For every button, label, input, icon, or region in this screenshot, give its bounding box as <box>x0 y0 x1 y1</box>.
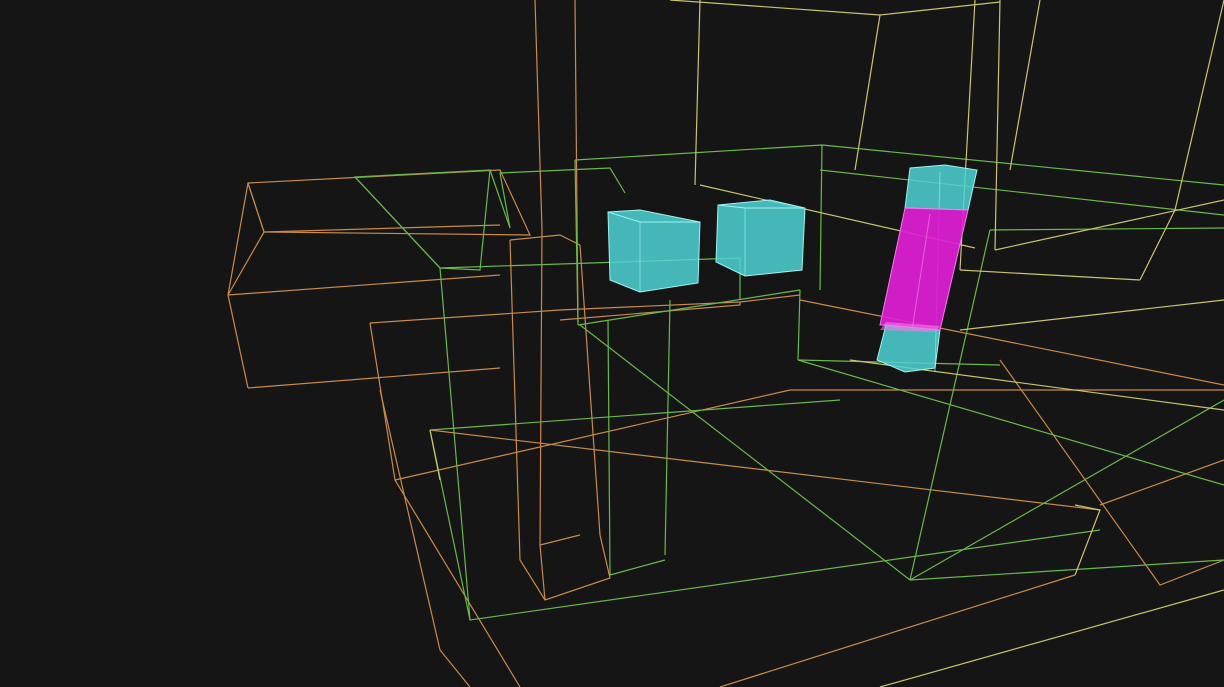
magenta-pillar-segment[interactable] <box>879 207 969 332</box>
cyan-cube-middle[interactable] <box>715 199 806 277</box>
scene-canvas <box>227 0 1224 687</box>
yellow-wireframe-block <box>429 0 1224 687</box>
3d-viewport[interactable] <box>0 0 1224 687</box>
cyan-cube-left[interactable] <box>607 209 701 293</box>
